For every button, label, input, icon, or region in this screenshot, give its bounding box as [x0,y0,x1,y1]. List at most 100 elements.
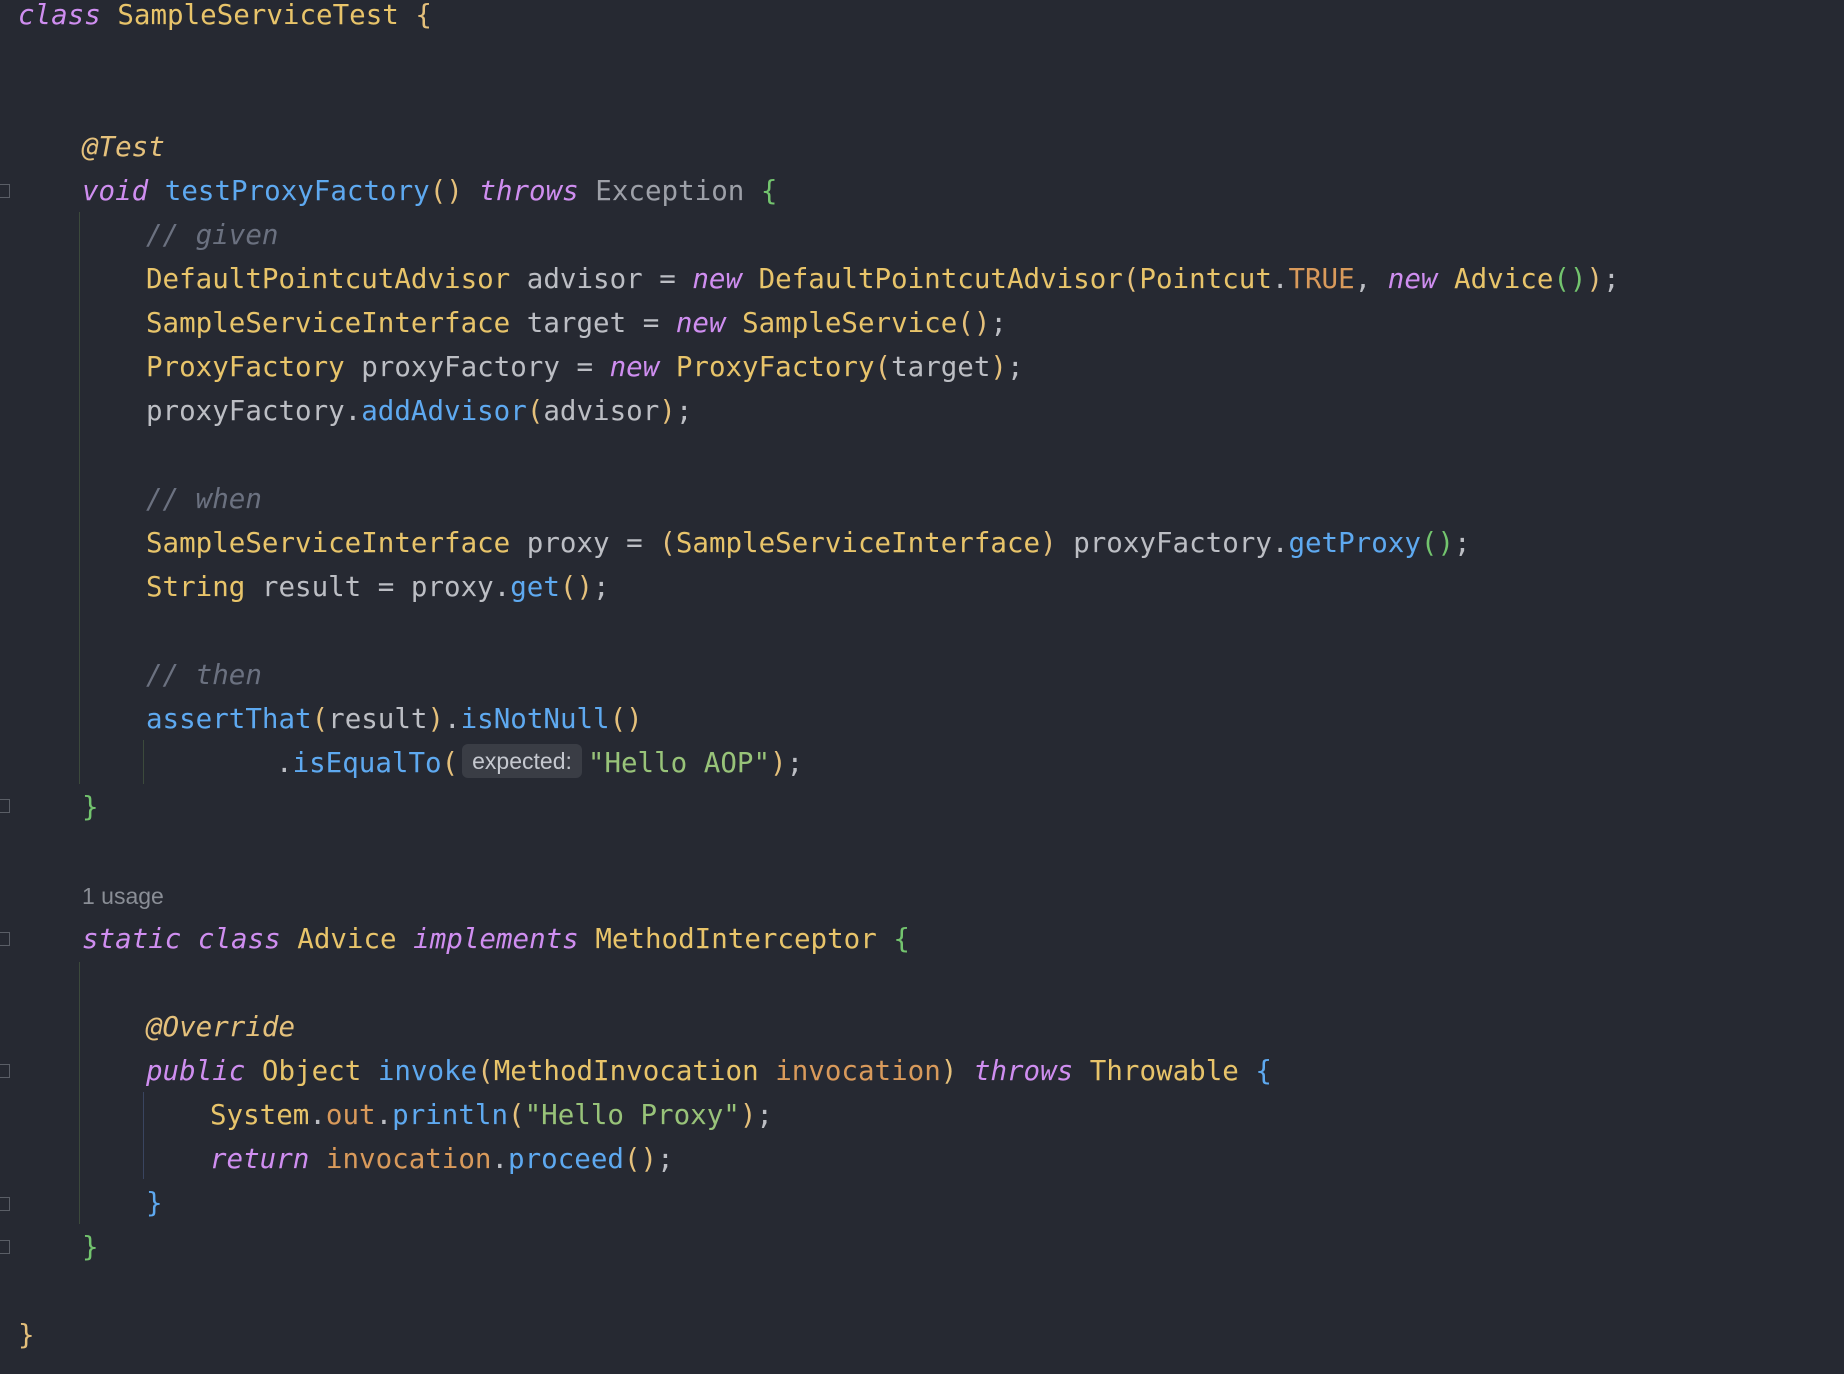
comment: // when [146,483,262,515]
parens: () [429,175,463,207]
code-line: assertThat(result).isNotNull() [146,697,643,741]
code-line: @Override [146,1005,295,1049]
code-line: // then [146,653,262,697]
indent-guide [143,740,144,784]
text: ; [593,571,610,603]
keyword: throws [479,175,579,207]
text: ; [675,395,693,427]
parameter-hint: expected: [462,744,582,778]
paren: ( [441,747,459,779]
keyword: static [82,923,182,955]
usage-lens[interactable]: 1 usage [82,874,164,918]
text: . [444,703,461,735]
method-call: addAdvisor [361,395,527,427]
text: . [309,1099,326,1131]
type: ProxyFactory [675,351,875,383]
code-line: // given [146,213,278,257]
type: SampleServiceInterface [675,527,1041,559]
class-name: Advice [297,923,397,955]
paren: ( [477,1055,494,1087]
text: proxyFactory. [1056,527,1289,559]
code-line: } [82,785,99,829]
text: ; [990,307,1007,339]
fold-marker-icon[interactable] [0,1197,10,1211]
code-line: DefaultPointcutAdvisor advisor = new Def… [146,257,1620,301]
text: proxy = [510,527,660,559]
type: DefaultPointcutAdvisor [758,263,1123,295]
fold-marker-icon[interactable] [0,932,10,946]
text: ; [1006,351,1024,383]
type: MethodInvocation [493,1055,759,1087]
paren: ) [739,1099,757,1131]
type: Advice [1454,263,1554,295]
indent-guide [143,1092,144,1179]
type: Object [261,1055,362,1087]
string-literal: "Hello Proxy" [524,1099,740,1131]
paren: ( [311,703,329,735]
keyword: new [1387,263,1438,295]
text: ; [756,1099,773,1131]
text: result = proxy. [245,571,511,603]
brace: { [893,923,910,955]
text: ; [1454,527,1471,559]
brace: { [760,175,778,207]
code-line: public Object invoke(MethodInvocation in… [146,1049,1272,1093]
code-line: String result = proxy.get(); [146,565,610,609]
string-literal: "Hello AOP" [587,747,771,779]
fold-marker-icon[interactable] [0,1240,10,1254]
type: SampleService [742,307,958,339]
code-line: return invocation.proceed(); [210,1137,674,1181]
code-line: .isEqualTo(expected: "Hello AOP"); [276,741,803,785]
keyword: new [692,263,743,295]
keyword: implements [413,923,579,955]
brace: } [146,1187,163,1219]
fold-marker-icon[interactable] [0,1064,10,1078]
method-call: get [510,571,560,603]
code-line: } [18,1313,35,1357]
fold-marker-icon[interactable] [0,799,10,813]
brace: } [82,1231,99,1263]
paren: ( [659,527,676,559]
text: ; [786,747,804,779]
fold-marker-icon[interactable] [0,184,10,198]
parens: () [1420,527,1455,559]
method-call: proceed [508,1143,624,1175]
method-call: isEqualTo [292,747,442,779]
text: ; [1603,263,1620,295]
text: . [1271,263,1289,295]
paren: ) [1586,263,1604,295]
code-line: proxyFactory.addAdvisor(advisor); [146,389,692,433]
code-line: } [82,1225,99,1269]
type: System [210,1099,310,1131]
keyword: return [210,1143,310,1175]
parens: () [957,307,991,339]
keyword: new [609,351,660,383]
method-call: getProxy [1288,527,1421,559]
type: String [146,571,246,603]
paren: ( [874,351,892,383]
annotation: @Override [146,1011,296,1043]
parens: () [559,571,594,603]
constant: TRUE [1288,263,1355,295]
keyword: class [18,0,101,31]
paren: ) [427,703,445,735]
paren: ( [526,395,544,427]
parens: () [609,703,643,735]
parameter: invocation [325,1143,492,1175]
paren: ) [770,747,787,779]
code-line: class SampleServiceTest { [18,0,432,37]
keyword: public [146,1055,246,1087]
text: result [328,703,428,735]
type: SampleServiceInterface [146,527,511,559]
code-line: void testProxyFactory() throws Exception… [82,169,777,213]
comment: // given [146,219,279,251]
code-line: System.out.println("Hello Proxy"); [210,1093,773,1137]
comment: // then [146,659,262,691]
code-editor[interactable]: class SampleServiceTest { @Test void tes… [0,0,1844,1374]
paren: ) [940,1055,958,1087]
text: advisor = [510,263,693,295]
paren: ) [1040,527,1057,559]
parameter: invocation [775,1055,941,1087]
keyword: new [675,307,726,339]
text: proxyFactory. [146,395,362,427]
